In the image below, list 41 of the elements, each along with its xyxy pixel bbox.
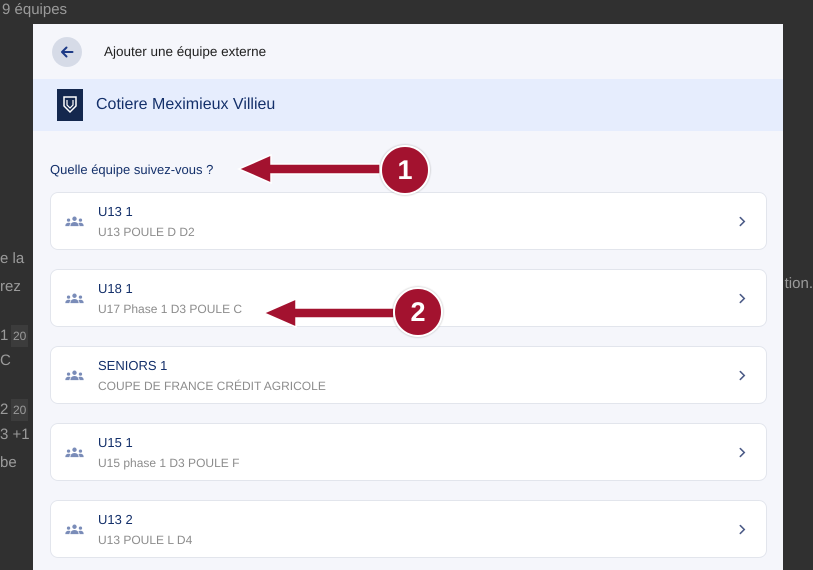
chevron-icon <box>739 524 746 534</box>
background-text: tion. <box>784 274 813 294</box>
chevron-icon <box>739 292 746 304</box>
page-heading: 9 équipes <box>2 0 68 20</box>
team-icon <box>65 446 84 458</box>
team-card[interactable]: U13 1 U13 POULE D D2 <box>50 192 767 250</box>
club-name: Cotiere Meximieux Villieu <box>96 96 276 114</box>
team-icon <box>65 524 84 534</box>
competition-name: COUPE DE FRANCE CRÉDIT AGRICOLE <box>98 378 326 392</box>
competition-name: U17 Phase 1 D3 POULE C <box>98 302 242 316</box>
team-name: U15 1 <box>98 434 133 450</box>
team-name: U13 1 <box>98 204 133 218</box>
competition-name: U15 phase 1 D3 POULE F <box>98 456 240 470</box>
arrow-left-icon <box>60 44 74 58</box>
team-icon <box>65 216 84 226</box>
team-name: SENIORS 1 <box>98 358 168 372</box>
team-card[interactable]: SENIORS 1 COUPE DE FRANCE CRÉDIT AGRICOLE <box>50 346 767 404</box>
team-card[interactable]: U13 2 U13 POULE L D4 <box>50 500 767 558</box>
background-text: 1 <box>0 326 8 346</box>
team-name: U18 1 <box>98 280 133 296</box>
modal-title: Ajouter une équipe externe <box>104 44 266 59</box>
background-text: be <box>0 453 17 473</box>
team-icon <box>65 370 84 380</box>
back-button[interactable] <box>52 36 82 66</box>
team-card[interactable]: U15 1 U15 phase 1 D3 POULE F <box>50 423 767 481</box>
year-chip: 20 <box>11 325 28 347</box>
background-text: C <box>0 351 11 371</box>
chevron-icon <box>739 370 746 380</box>
competition-name: U13 POULE D D2 <box>98 224 195 238</box>
team-icon <box>65 292 84 304</box>
club-logo-icon <box>57 89 83 121</box>
question-text: Quelle équipe suivez-vous ? <box>50 162 214 178</box>
chevron-icon <box>739 216 746 226</box>
background-text: rez <box>0 277 21 297</box>
competition-name: U13 POULE L D4 <box>98 532 192 546</box>
year-chip: 20 <box>11 399 28 421</box>
background-text: e la <box>0 249 24 269</box>
chevron-icon <box>739 446 746 458</box>
background-text: 3 +1 <box>0 425 30 445</box>
team-name: U13 2 <box>98 512 133 526</box>
background-text: 2 <box>0 400 8 420</box>
